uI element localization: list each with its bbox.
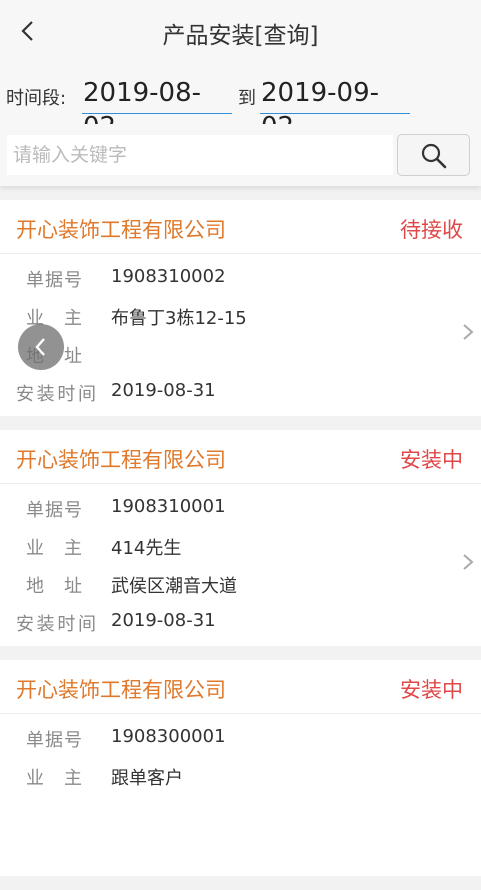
owner-row: 业 主 跟单客户 bbox=[0, 764, 460, 800]
end-date-field[interactable]: 2019-09-02 bbox=[260, 76, 410, 142]
owner-row: 业 主 414先生 bbox=[0, 534, 460, 570]
floating-back-button[interactable] bbox=[18, 324, 64, 370]
doc-no-label: 单据号 bbox=[26, 270, 82, 291]
owner-value: 414先生 bbox=[111, 538, 182, 559]
company-name: 开心装饰工程有限公司 bbox=[16, 448, 226, 472]
install-time-label: 安装时间 bbox=[16, 614, 96, 635]
company-name: 开心装饰工程有限公司 bbox=[16, 218, 226, 242]
install-time-label: 安装时间 bbox=[16, 384, 96, 405]
search-icon bbox=[421, 143, 447, 169]
install-time-value: 2019-08-31 bbox=[111, 380, 216, 401]
chevron-right-icon bbox=[463, 324, 474, 340]
doc-no-row: 单据号 1908300001 bbox=[0, 726, 460, 762]
doc-no-value: 1908300001 bbox=[111, 726, 226, 747]
address-row: 地 址 bbox=[0, 342, 460, 378]
owner-value: 布鲁丁3栋12-15 bbox=[111, 308, 247, 329]
order-card[interactable]: 开心装饰工程有限公司 待接收 单据号 1908310002 业 主 布鲁丁3栋1… bbox=[0, 200, 481, 416]
order-card[interactable]: 开心装饰工程有限公司 安装中 单据号 1908310001 业 主 414先生 … bbox=[0, 430, 481, 646]
status-badge: 安装中 bbox=[400, 678, 463, 702]
status-badge: 安装中 bbox=[400, 448, 463, 472]
order-card[interactable]: 开心装饰工程有限公司 安装中 单据号 1908300001 业 主 跟单客户 bbox=[0, 660, 481, 876]
owner-value: 跟单客户 bbox=[111, 768, 183, 789]
install-time-row: 安装时间 2019-08-31 bbox=[0, 380, 460, 416]
time-range-label: 时间段: bbox=[6, 88, 67, 109]
order-list: 开心装饰工程有限公司 待接收 单据号 1908310002 业 主 布鲁丁3栋1… bbox=[0, 200, 481, 890]
date-range-bar: 时间段: 2019-08-02 到 2019-09-02 bbox=[0, 62, 481, 142]
doc-no-value: 1908310001 bbox=[111, 496, 226, 517]
order-card-header: 开心装饰工程有限公司 待接收 bbox=[0, 200, 481, 254]
company-name: 开心装饰工程有限公司 bbox=[16, 678, 226, 702]
install-time-value: 2019-08-31 bbox=[111, 610, 216, 631]
search-bar: 请输入关键字 bbox=[0, 124, 481, 186]
doc-no-row: 单据号 1908310001 bbox=[0, 496, 460, 532]
search-input[interactable]: 请输入关键字 bbox=[7, 135, 393, 175]
order-card-header: 开心装饰工程有限公司 安装中 bbox=[0, 430, 481, 484]
chevron-right-icon bbox=[463, 554, 474, 570]
install-time-row: 安装时间 2019-08-31 bbox=[0, 610, 460, 646]
chevron-left-icon bbox=[35, 338, 45, 356]
doc-no-label: 单据号 bbox=[26, 730, 82, 751]
doc-no-label: 单据号 bbox=[26, 500, 82, 521]
page-title: 产品安装[查询] bbox=[162, 23, 319, 49]
start-date-field[interactable]: 2019-08-02 bbox=[82, 76, 232, 142]
address-label: 地 址 bbox=[26, 576, 82, 597]
doc-no-value: 1908310002 bbox=[111, 266, 226, 287]
owner-label: 业 主 bbox=[26, 768, 82, 789]
address-row: 地 址 武侯区潮音大道 bbox=[0, 572, 460, 608]
owner-row: 业 主 布鲁丁3栋12-15 bbox=[0, 304, 460, 340]
to-label: 到 bbox=[238, 88, 256, 109]
search-button[interactable] bbox=[397, 134, 470, 176]
owner-label: 业 主 bbox=[26, 538, 82, 559]
address-value: 武侯区潮音大道 bbox=[111, 576, 237, 597]
status-badge: 待接收 bbox=[400, 218, 463, 242]
top-bar: 产品安装[查询] bbox=[0, 0, 481, 62]
order-card-header: 开心装饰工程有限公司 安装中 bbox=[0, 660, 481, 714]
doc-no-row: 单据号 1908310002 bbox=[0, 266, 460, 302]
